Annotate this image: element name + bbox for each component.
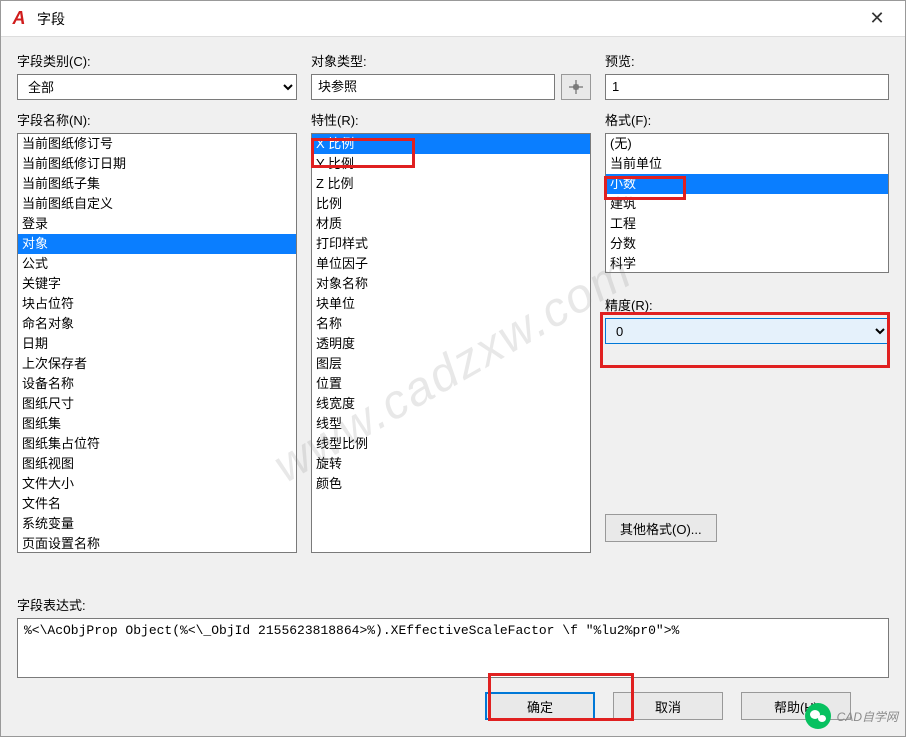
list-item[interactable]: 当前图纸子集 [18,174,296,194]
label-preview: 预览: [605,51,889,70]
list-item[interactable]: (无) [606,134,888,154]
list-item[interactable]: 当前单位 [606,154,888,174]
expression-value: %<\AcObjProp Object(%<\_ObjId 2155623818… [17,618,889,678]
label-expression: 字段表达式: [17,595,889,614]
list-item[interactable]: 登录 [18,214,296,234]
label-property: 特性(R): [311,110,591,129]
brand-text: CAD自学网 [837,708,898,725]
list-item[interactable]: 当前图纸修订日期 [18,154,296,174]
list-item[interactable]: 设备名称 [18,374,296,394]
field-dialog: A 字段 ✕ 字段类别(C): 全部 字段名称(N): 当前图纸修订号当前图纸修… [0,0,906,737]
list-item[interactable]: 对象 [18,234,296,254]
list-item[interactable]: 线型 [312,414,590,434]
list-item[interactable]: 单位因子 [312,254,590,274]
button-row: 确定 取消 帮助(H) [17,678,889,736]
list-item[interactable]: 对象名称 [312,274,590,294]
list-item[interactable]: 位置 [312,374,590,394]
cancel-button[interactable]: 取消 [613,692,723,720]
app-icon: A [9,9,29,29]
list-item[interactable]: 日期 [18,334,296,354]
expression-row: 字段表达式: %<\AcObjProp Object(%<\_ObjId 215… [17,593,889,678]
list-item[interactable]: 图纸集占位符 [18,434,296,454]
precision-combo[interactable]: 0 [605,318,889,344]
list-item[interactable]: 分数 [606,234,888,254]
list-item[interactable]: 颜色 [312,474,590,494]
list-item[interactable]: 当前图纸自定义 [18,194,296,214]
list-item[interactable]: 块单位 [312,294,590,314]
list-item[interactable]: 线宽度 [312,394,590,414]
content-area: 字段类别(C): 全部 字段名称(N): 当前图纸修订号当前图纸修订日期当前图纸… [1,37,905,736]
columns: 字段类别(C): 全部 字段名称(N): 当前图纸修订号当前图纸修订日期当前图纸… [17,49,889,583]
list-item[interactable]: 科学 [606,254,888,273]
list-item[interactable]: 建筑 [606,194,888,214]
label-field-name: 字段名称(N): [17,110,297,129]
list-item[interactable]: 名称 [312,314,590,334]
label-format: 格式(F): [605,110,889,129]
field-category-combo[interactable]: 全部 [17,74,297,100]
list-item[interactable]: 图纸视图 [18,454,296,474]
list-item[interactable]: Y 比例 [312,154,590,174]
list-item[interactable]: 比例 [312,194,590,214]
crosshair-icon [569,80,583,94]
column-right: 预览: 1 格式(F): (无)当前单位小数建筑工程分数科学 精度(R): 0 … [605,49,889,583]
list-item[interactable]: 图层 [312,354,590,374]
list-item[interactable]: 当前图纸修订号 [18,134,296,154]
list-item[interactable]: X 比例 [312,134,590,154]
column-left: 字段类别(C): 全部 字段名称(N): 当前图纸修订号当前图纸修订日期当前图纸… [17,49,297,583]
list-item[interactable]: 透明度 [312,334,590,354]
list-item[interactable]: 关键字 [18,274,296,294]
object-type-row: 块参照 [311,74,591,100]
list-item[interactable]: 打印样式 [312,234,590,254]
list-item[interactable]: 上次保存者 [18,354,296,374]
list-item[interactable]: 块占位符 [18,294,296,314]
format-list[interactable]: (无)当前单位小数建筑工程分数科学 [605,133,889,273]
label-object-type: 对象类型: [311,51,591,70]
titlebar: A 字段 ✕ [1,1,905,37]
precision-group: 精度(R): 0 [605,293,889,344]
object-type-value: 块参照 [311,74,555,100]
label-field-category: 字段类别(C): [17,51,297,70]
list-item[interactable]: 命名对象 [18,314,296,334]
list-item[interactable]: Z 比例 [312,174,590,194]
list-item[interactable]: 图纸尺寸 [18,394,296,414]
preview-value: 1 [605,74,889,100]
cancel-label: 取消 [655,697,681,716]
list-item[interactable]: 小数 [606,174,888,194]
label-precision: 精度(R): [605,295,889,314]
ok-button[interactable]: 确定 [485,692,595,720]
field-names-list[interactable]: 当前图纸修订号当前图纸修订日期当前图纸子集当前图纸自定义登录对象公式关键字块占位… [17,133,297,553]
list-item[interactable]: 页面设置名称 [18,534,296,553]
list-item[interactable]: 图纸集 [18,414,296,434]
list-item[interactable]: 线型比例 [312,434,590,454]
brand-overlay: CAD自学网 [805,703,898,729]
list-item[interactable]: 公式 [18,254,296,274]
close-icon[interactable]: ✕ [857,5,897,33]
wechat-icon [805,703,831,729]
dialog-title: 字段 [37,9,857,29]
other-format-button[interactable]: 其他格式(O)... [605,514,717,542]
column-middle: 对象类型: 块参照 特性(R): X 比例Y 比例Z 比例比例材质打印样式单位因… [311,49,591,583]
list-item[interactable]: 材质 [312,214,590,234]
list-item[interactable]: 系统变量 [18,514,296,534]
list-item[interactable]: 旋转 [312,454,590,474]
properties-list[interactable]: X 比例Y 比例Z 比例比例材质打印样式单位因子对象名称块单位名称透明度图层位置… [311,133,591,553]
other-format-label: 其他格式(O)... [620,519,702,538]
ok-label: 确定 [527,697,553,716]
pick-object-button[interactable] [561,74,591,100]
list-item[interactable]: 工程 [606,214,888,234]
list-item[interactable]: 文件名 [18,494,296,514]
list-item[interactable]: 文件大小 [18,474,296,494]
